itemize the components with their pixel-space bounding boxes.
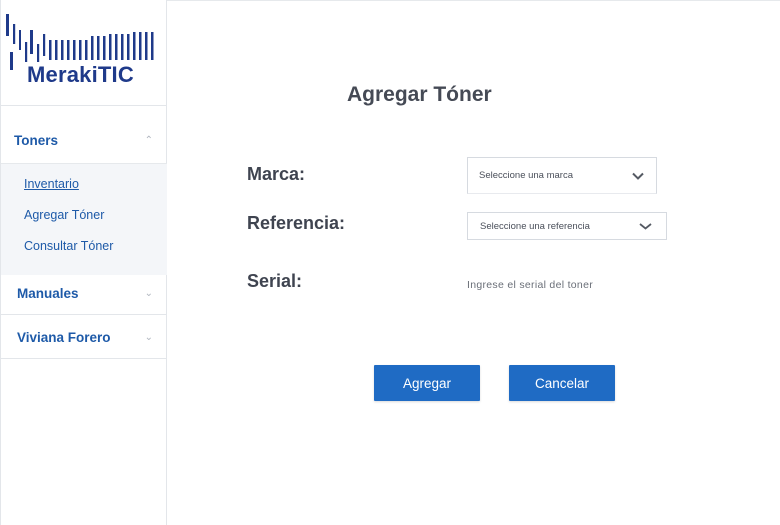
chevron-down-icon: ⌄ [144,331,153,343]
nav-section-toners: Toners ⌃ Inventario Agregar Tóner Consul… [1,118,167,275]
nav-header-label: Viviana Forero [17,329,111,345]
cancelar-button[interactable]: Cancelar [509,365,615,401]
nav-section-manuales: Manuales ⌄ [1,271,167,315]
chevron-down-icon [639,222,652,230]
barcode-icon [6,14,154,70]
nav-section-user: Viviana Forero ⌄ [1,315,167,359]
chevron-down-icon: ⌄ [144,287,153,299]
referencia-select-value: Seleccione una referencia [480,220,590,232]
serial-input[interactable] [467,275,667,295]
nav-header-label: Toners [14,133,59,148]
sidebar-item-consultar-toner[interactable]: Consultar Tóner [1,235,167,266]
referencia-select[interactable]: Seleccione una referencia [467,212,667,240]
chevron-up-icon: ⌃ [144,135,153,146]
marca-select-value: Seleccione una marca [479,170,573,181]
brand-logo[interactable]: MerakiTIC [1,0,167,106]
page-title: Agregar Tóner [347,83,492,106]
main-content: Agregar Tóner Marca: Seleccione una marc… [167,0,780,525]
nav-header-toners[interactable]: Toners ⌃ [1,118,167,164]
brand-name: MerakiTIC [27,62,134,87]
nav-header-user[interactable]: Viviana Forero ⌄ [1,315,167,359]
toners-submenu: Inventario Agregar Tóner Consultar Tóner [1,164,167,275]
agregar-button[interactable]: Agregar [374,365,480,401]
marca-label: Marca: [247,164,306,184]
nav-header-manuales[interactable]: Manuales ⌄ [1,271,167,315]
nav-header-label: Manuales [17,285,79,301]
referencia-label: Referencia: [247,213,346,233]
serial-label: Serial: [247,271,303,291]
sidebar-item-agregar-toner[interactable]: Agregar Tóner [1,204,167,235]
sidebar-item-inventario[interactable]: Inventario [1,173,167,204]
sidebar: MerakiTIC Toners ⌃ Inventario Agregar Tó… [0,0,167,525]
marca-select[interactable]: Seleccione una marca [467,157,657,194]
chevron-down-icon [632,172,644,180]
